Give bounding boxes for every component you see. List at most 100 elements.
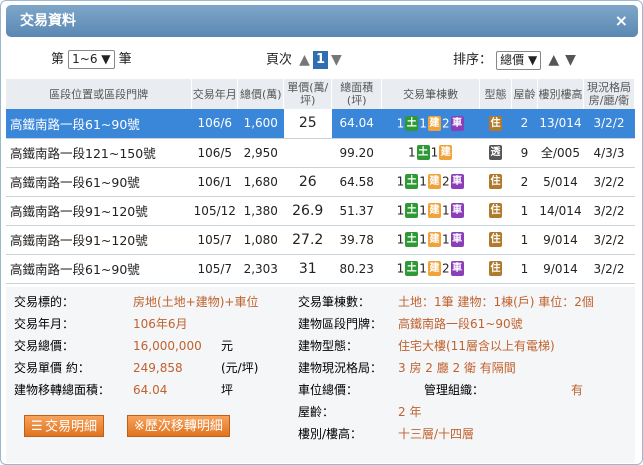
cell-floor: 全/005 [537, 138, 584, 168]
car-tag: 車 [450, 203, 464, 218]
cell-addr: 高鐵南路一段61~90號 [6, 167, 192, 197]
table-row[interactable]: 高鐵南路一段91~120號 105/7 1,080 27.2 39.78 1 土 1 建 1 車住 1… [6, 225, 635, 255]
cell-layout: 3/2/2 [583, 225, 635, 255]
type-badge: 住 [489, 203, 503, 218]
cell-total: 2,303 [237, 254, 284, 284]
pagination: 頁次 ▲ 1 ▼ [266, 49, 345, 71]
cell-counts: 1土1建2車 [381, 254, 480, 284]
sort-desc-icon[interactable]: ▼ [565, 49, 576, 71]
cell-layout: 3/2/2 [583, 196, 635, 226]
column-header: 區段位置或區段門牌 [6, 79, 193, 109]
layout-label: 建物現況格局： [298, 361, 383, 375]
cell-date: 106/1 [191, 167, 238, 197]
cell-counts: 1土1建1車 [381, 225, 480, 255]
cell-unit: 31 [283, 254, 332, 284]
land-tag: 土 [405, 232, 419, 247]
column-header: 交易年月 [191, 79, 239, 109]
land-tag: 土 [416, 145, 430, 160]
car-count: 2 [441, 174, 450, 189]
cell-addr: 高鐵南路一段91~120號 [6, 225, 192, 255]
cell-total: 1,080 [237, 225, 284, 255]
car-count: 2 [441, 116, 450, 131]
cell-area: 51.37 [331, 196, 382, 226]
cell-date: 106/5 [191, 138, 238, 168]
next-page-icon[interactable]: ▼ [331, 49, 342, 71]
address-label: 建物區段門牌： [298, 317, 383, 331]
sort-select[interactable]: 總價 ▼ [496, 50, 542, 70]
table-row[interactable]: 高鐵南路一段61~90號 106/6 1,600 25 64.04 1 土 1 建 2 車住 2 13/… [6, 109, 635, 139]
cell-counts: 1土1建2車 [381, 109, 480, 139]
column-header: 總面積(坪) [331, 79, 383, 109]
cell-layout: 3/2/2 [583, 167, 635, 197]
close-icon[interactable]: × [615, 5, 628, 37]
prev-page-icon[interactable]: ▲ [299, 49, 310, 71]
land-count: 1 [396, 174, 405, 189]
item-range-control: 第 1~6 ▼ 筆 [51, 49, 132, 71]
cell-floor: 9/014 [537, 225, 584, 255]
building-tag: 建 [427, 261, 441, 276]
cell-unit: 26.9 [283, 196, 332, 226]
column-header: 型態 [479, 79, 513, 109]
building-count: 1 [419, 174, 427, 189]
count-label: 交易筆棟數： [298, 295, 371, 309]
total-value: 16,000,000 [133, 339, 202, 353]
cell-date: 105/12 [191, 196, 238, 226]
car-tag: 車 [450, 232, 464, 247]
cell-area: 39.78 [331, 225, 382, 255]
cell-total: 1,680 [237, 167, 284, 197]
target-value: 房地(土地+建物)+車位 [133, 295, 259, 309]
cell-total: 2,950 [237, 138, 284, 168]
page-number[interactable]: 1 [312, 51, 328, 69]
cell-counts: 1土1建1車 [381, 196, 480, 226]
table-row[interactable]: 高鐵南路一段61~90號 106/1 1,680 26 64.58 1 土 1 建 2 車住 2 5/0… [6, 167, 635, 197]
building-type-label: 建物型態： [298, 339, 359, 353]
area-value: 64.04 [133, 383, 168, 397]
cell-floor: 13/014 [537, 109, 584, 139]
land-tag: 土 [405, 261, 419, 276]
item-prefix: 第 [51, 52, 65, 67]
building-tag: 建 [427, 203, 441, 218]
cell-unit: 27.2 [283, 225, 332, 255]
cell-unit [283, 138, 332, 168]
detail-button-label: 交易明細 [45, 419, 98, 435]
toolbar: 第 1~6 ▼ 筆 頁次 ▲ 1 ▼ 排序： 總價 ▼ ▲ ▼ [1, 49, 642, 71]
cell-type: 透 [479, 138, 512, 168]
address-value: 高鐵南路一段61~90號 [398, 317, 523, 331]
table-row[interactable]: 高鐵南路一段121~150號 106/5 2,950 99.20 1 土 1 建透 9 全/005… [6, 138, 635, 168]
count-value: 土地：1筆 建物：1棟(戶) 車位：2個 [398, 295, 594, 309]
cell-layout: 3/2/2 [583, 109, 635, 139]
cell-counts: 1土1建 [381, 138, 480, 168]
cell-age: 1 [511, 225, 538, 255]
cell-age: 1 [511, 254, 538, 284]
floor-label: 樓別/樓高： [298, 427, 363, 441]
land-count: 1 [396, 261, 405, 276]
cell-total: 1,600 [237, 109, 284, 139]
sort-asc-icon[interactable]: ▲ [548, 49, 559, 71]
cell-area: 80.23 [331, 254, 382, 284]
unit-price-label: 交易單價 約： [14, 361, 90, 375]
cell-layout: 4/3/3 [583, 138, 635, 168]
cell-area: 64.04 [331, 109, 382, 139]
table-row[interactable]: 高鐵南路一段91~120號 105/12 1,380 26.9 51.37 1 土 1 建 1 車住… [6, 196, 635, 226]
cell-age: 2 [511, 167, 538, 197]
detail-button[interactable]: ☰ 交易明細 [24, 415, 105, 437]
transaction-table: 區段位置或區段門牌 交易年月 總價(萬) 單價(萬/坪) 總面積(坪) 交易筆棟數 型態 屋齡… [6, 79, 636, 284]
cell-addr: 高鐵南路一段61~90號 [6, 109, 192, 139]
type-badge: 透 [489, 145, 503, 160]
history-button[interactable]: ※歷次移轉明細 [127, 415, 230, 437]
car-count: 1 [441, 203, 450, 218]
cell-addr: 高鐵南路一段91~120號 [6, 196, 192, 226]
table-header: 區段位置或區段門牌 交易年月 總價(萬) 單價(萬/坪) 總面積(坪) 交易筆棟數 型態 屋齡… [6, 79, 636, 109]
type-badge: 住 [489, 232, 503, 247]
cell-total: 1,380 [237, 196, 284, 226]
table-row[interactable]: 高鐵南路一段61~90號 105/7 2,303 31 80.23 1 土 1 建 2 車住 1 9/0… [6, 254, 635, 284]
item-range-select[interactable]: 1~6 ▼ [68, 50, 115, 69]
building-count: 1 [419, 261, 427, 276]
unit-price-unit: (元/坪) [221, 361, 259, 375]
dialog-title: 交易資料 [20, 13, 76, 29]
building-tag: 建 [427, 174, 441, 189]
management-value: 有 [571, 383, 584, 397]
cell-layout: 3/2/2 [583, 254, 635, 284]
detail-panel: 交易標的： 房地(土地+建物)+車位 交易年月： 106年6月 交易總價： 16… [6, 287, 635, 463]
type-badge: 住 [489, 115, 503, 131]
